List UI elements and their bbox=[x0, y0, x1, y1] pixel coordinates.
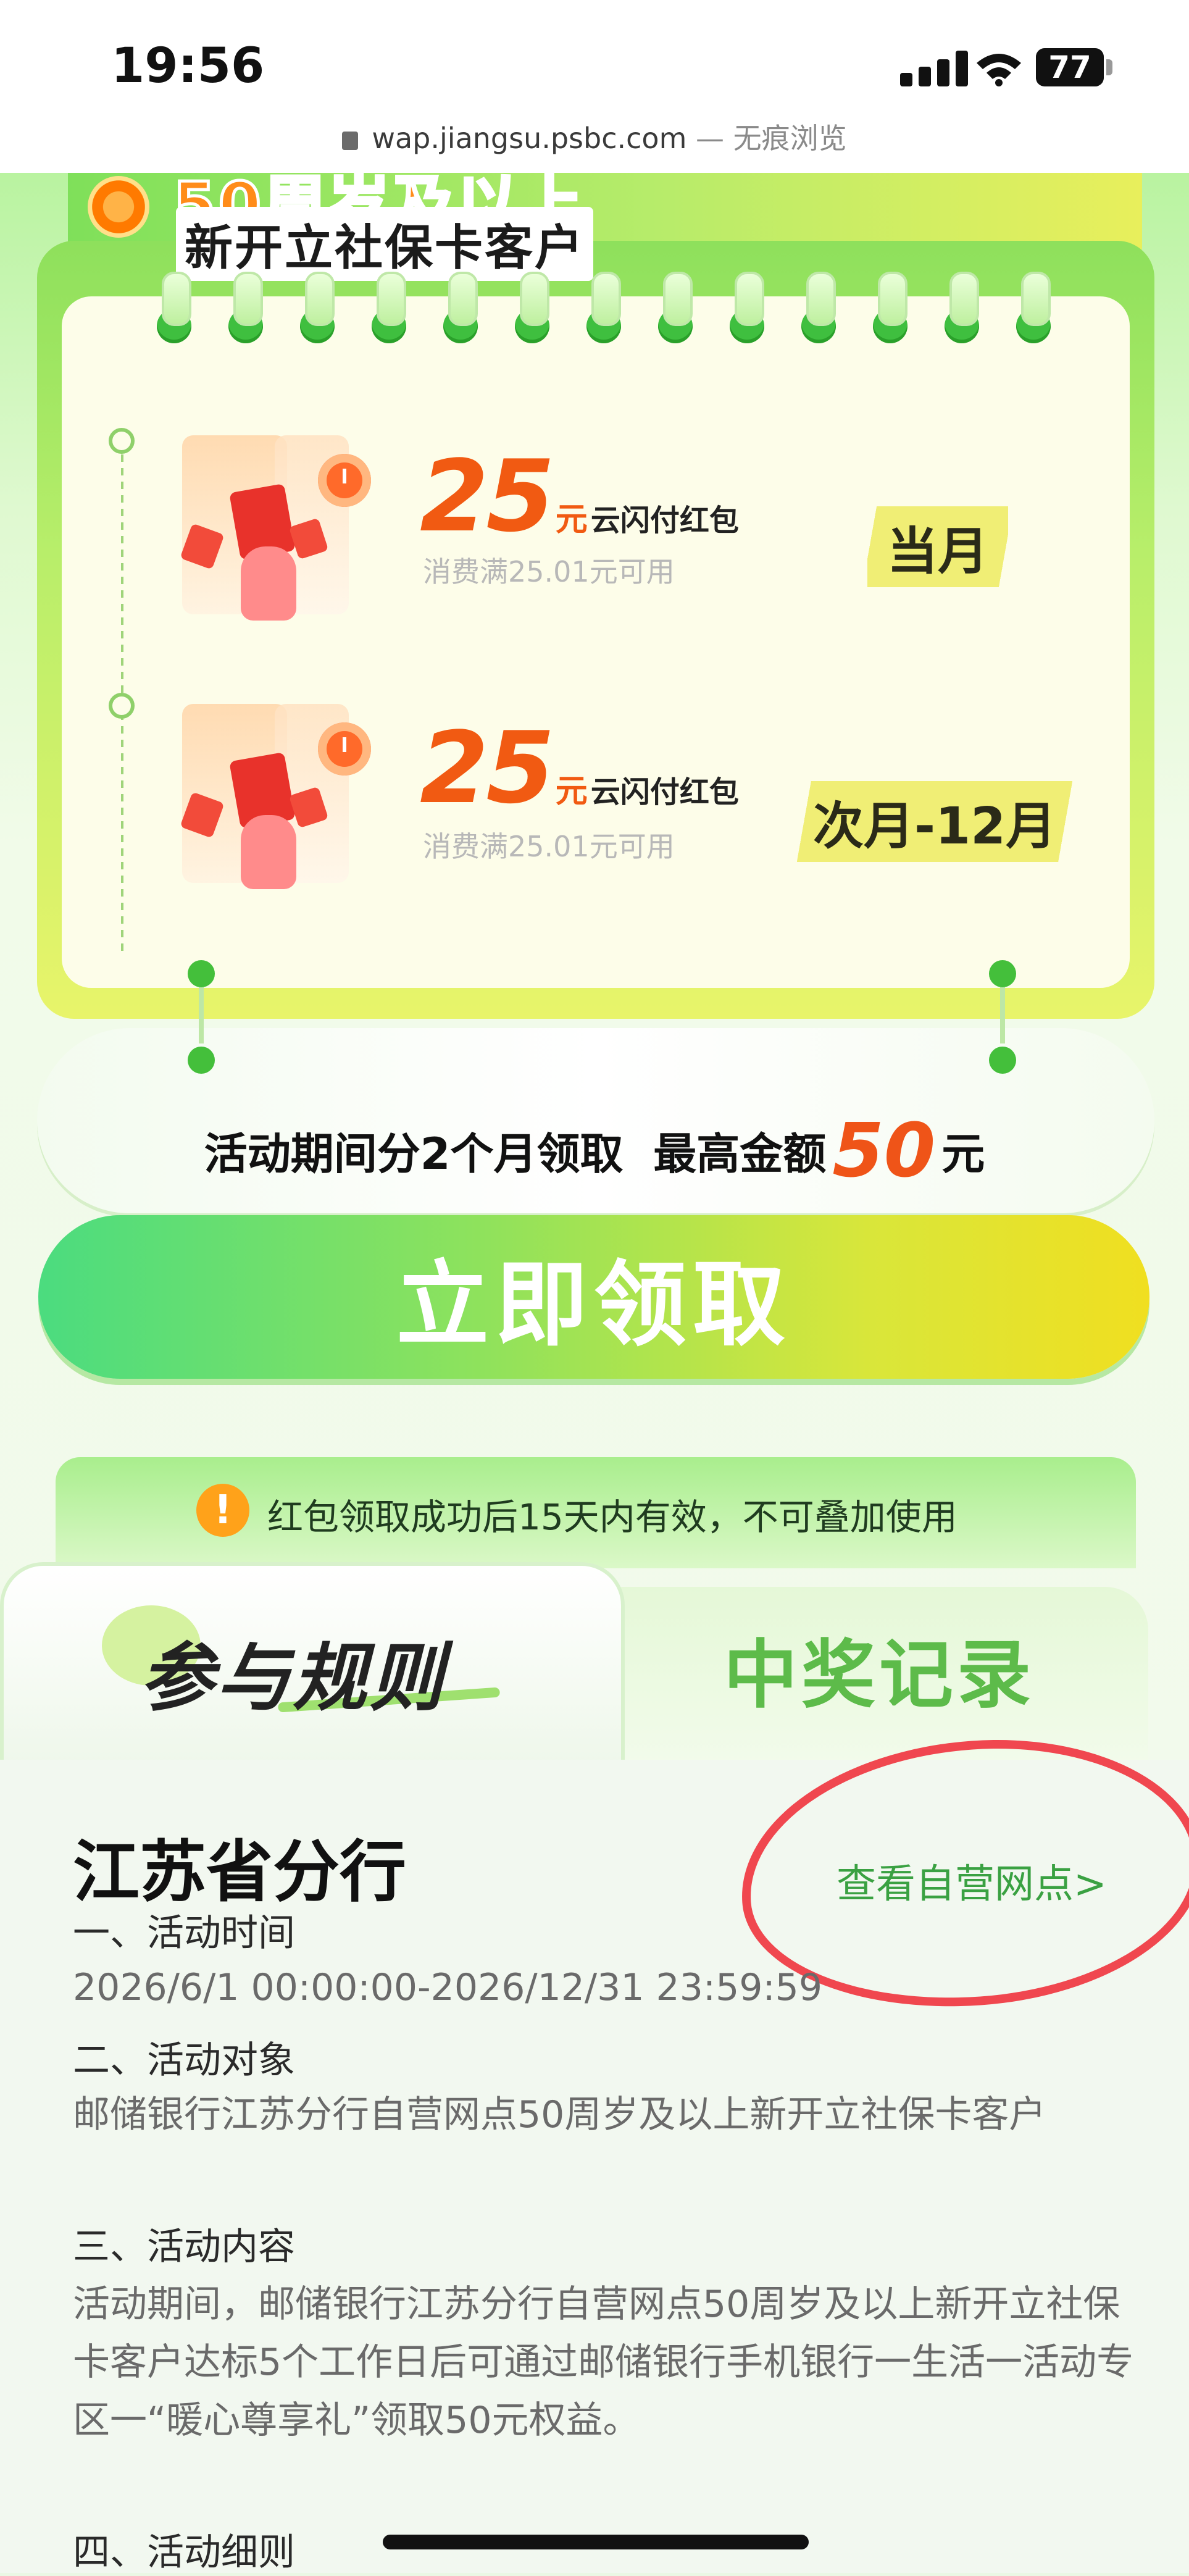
reward-condition: 消费满25.01元可用 bbox=[423, 830, 675, 863]
calendar-ring bbox=[663, 272, 693, 326]
clock-icon bbox=[318, 454, 371, 507]
calendar-ring bbox=[162, 272, 191, 326]
reward-period: 当月 bbox=[867, 506, 1009, 587]
hanger-dot bbox=[188, 1047, 215, 1074]
private-mode-overlay: — 无痕浏览 bbox=[696, 122, 847, 155]
reward-unit: 元 bbox=[555, 773, 588, 810]
summary-max-label: 最高金额 bbox=[653, 1129, 827, 1179]
rule-heading-target: 二、活动对象 bbox=[73, 2039, 295, 2082]
calendar-ring bbox=[949, 272, 979, 326]
rule-target-value: 邮储银行江苏分行自营网点50周岁及以上新开立社保卡客户 bbox=[73, 2093, 1046, 2136]
reward-period: 次月-12月 bbox=[793, 781, 1077, 862]
calendar-ring bbox=[233, 272, 263, 326]
battery-cap-overlay bbox=[1106, 59, 1112, 75]
wifi-icon-overlay bbox=[977, 54, 1021, 86]
reward-condition: 消费满25.01元可用 bbox=[423, 555, 675, 588]
url-text-overlay: wap.jiangsu.psbc.com bbox=[372, 122, 687, 155]
calendar-ring bbox=[806, 272, 836, 326]
home-indicator[interactable] bbox=[383, 2535, 809, 2549]
rule-heading-content: 三、活动内容 bbox=[73, 2225, 295, 2269]
hanger-dot bbox=[989, 1047, 1016, 1074]
status-time-overlay: 19:56 bbox=[111, 38, 265, 94]
gift-illustration bbox=[170, 704, 373, 895]
calendar-ring bbox=[878, 272, 907, 326]
notice-text: 红包领取成功后15天内有效，不可叠加使用 bbox=[267, 1496, 957, 1538]
signal-icon-overlay bbox=[900, 51, 968, 88]
clock-icon bbox=[318, 722, 371, 776]
calendar-ring bbox=[448, 272, 478, 326]
summary-text: 活动期间分2个月领取 最高金额50 元 bbox=[0, 1108, 1189, 1194]
tab-rules-label: 参与规则 bbox=[140, 1636, 446, 1721]
calendar-ring bbox=[520, 272, 549, 326]
warning-icon: ! bbox=[196, 1484, 249, 1537]
reward-amount: 25 bbox=[420, 438, 555, 554]
tab-records-label[interactable]: 中奖记录 bbox=[724, 1615, 1035, 1722]
rule-content-value: 活动期间，邮储银行江苏分行自营网点50周岁及以上新开立社保卡客户达标5个工作日后… bbox=[73, 2283, 1134, 2442]
reward-type: 云闪付红包 bbox=[590, 503, 739, 538]
summary-max-amount: 50 bbox=[832, 1108, 936, 1194]
calendar-ring bbox=[591, 272, 621, 326]
battery-icon-overlay: 77 bbox=[1036, 48, 1104, 86]
rule-time-value: 2026/6/1 00:00:00-2026/12/31 23:59:59 bbox=[73, 1966, 823, 2009]
lock-icon-overlay bbox=[342, 131, 359, 150]
calendar-ring bbox=[1021, 272, 1051, 326]
address-bar-overlay[interactable]: wap.jiangsu.psbc.com — 无痕浏览 bbox=[0, 116, 1189, 157]
summary-unit: 元 bbox=[941, 1129, 985, 1179]
calendar-ring bbox=[377, 272, 406, 326]
branch-title: 江苏省分行 bbox=[73, 1833, 407, 1911]
reward-type: 云闪付红包 bbox=[590, 775, 739, 809]
reward-amount: 25 bbox=[420, 710, 555, 826]
claim-now-button[interactable]: 立即领取 bbox=[38, 1215, 1149, 1379]
summary-prefix: 活动期间分2个月领取 bbox=[204, 1129, 624, 1179]
timeline-dot bbox=[109, 428, 135, 454]
hanger-dot bbox=[989, 960, 1016, 987]
reward-amount-row: 25 元 云闪付红包 bbox=[420, 710, 739, 826]
calendar-ring bbox=[735, 272, 764, 326]
rule-heading-details: 四、活动细则 bbox=[73, 2531, 295, 2574]
gift-illustration bbox=[170, 435, 373, 627]
banner-subtitle: 新开立社保卡客户 bbox=[176, 207, 594, 281]
calendar-ring bbox=[305, 272, 335, 326]
reward-unit: 元 bbox=[555, 501, 588, 538]
reward-amount-row: 25 元 云闪付红包 bbox=[420, 438, 739, 554]
timeline-dot bbox=[109, 693, 135, 719]
status-overlay: 19:56 77 wap.jiangsu.psbc.com — 无痕浏览 bbox=[0, 0, 1189, 173]
claim-now-label: 立即领取 bbox=[396, 1252, 791, 1359]
rule-heading-time: 一、活动时间 bbox=[73, 1912, 295, 1955]
megaphone-icon bbox=[88, 176, 149, 238]
hanger-dot bbox=[188, 960, 215, 987]
